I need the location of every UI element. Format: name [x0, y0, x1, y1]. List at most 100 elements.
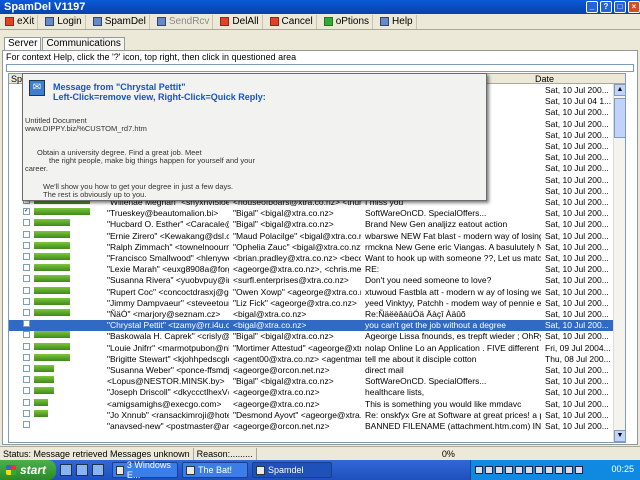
tray-icon[interactable] — [515, 466, 523, 474]
table-row[interactable]: "Hucbard O. Esther" <Caracale@pro... "Big… — [9, 219, 615, 230]
tray-icon[interactable] — [485, 466, 493, 474]
row-checkbox[interactable] — [23, 241, 30, 249]
table-row[interactable]: "Ralph Zimmach" <townelnoourn@d... "Ophel… — [9, 241, 615, 253]
table-row[interactable]: "Joseph Driscoll" <dkyccctlhexV@... <ageo… — [9, 387, 615, 398]
cell-to: "Liz Fick" <ageorge@xtra.co.nz> — [233, 297, 357, 308]
start-button[interactable]: start — [0, 460, 56, 480]
cell-subject: Ageorge Lissa fnounds, es trepft wieder … — [365, 331, 541, 342]
tray-icon[interactable] — [475, 466, 483, 474]
maximize-button[interactable]: □ — [614, 1, 626, 13]
cell-date: Sat, 10 Jul 200... — [545, 365, 609, 375]
tray-icon[interactable] — [555, 466, 563, 474]
cell-from: "Ernie Zirero" <Kewakang@dsl.com... — [107, 230, 229, 241]
scroll-up-icon[interactable]: ▲ — [614, 84, 625, 96]
table-row[interactable]: <amigsamighs@execgo.com> <ageorge@xtra.co… — [9, 398, 615, 410]
sendrcv-button[interactable]: SendRcv — [154, 14, 214, 29]
quick-launch-icon[interactable] — [76, 464, 88, 476]
tray-icon[interactable] — [575, 466, 583, 474]
cell-from: "Joseph Driscoll" <dkyccctlhexV@... — [107, 387, 229, 398]
spam-score-bar — [34, 264, 70, 272]
cell-date: Sat, 10 Jul 200... — [545, 185, 609, 196]
taskbar-button[interactable]: The Bat! — [182, 462, 248, 478]
app-icon — [256, 465, 265, 475]
login-button[interactable]: Login — [42, 14, 86, 29]
cell-to: <ageorge@xtra.co.nz> — [233, 387, 320, 398]
table-row[interactable]: "Lexie Marah" <euxg8908a@forgre... <ageor… — [9, 264, 615, 275]
row-checkbox[interactable] — [23, 230, 30, 238]
row-checkbox[interactable] — [23, 331, 30, 339]
message-preview-popup[interactable]: ✉ Message from "Chrystal Pettit" Left-Cl… — [22, 73, 487, 201]
row-checkbox[interactable] — [23, 421, 30, 428]
row-checkbox[interactable] — [23, 365, 30, 372]
cell-to: "Bigal" <bigal@xtra.co.nz> — [233, 208, 334, 219]
cell-subject: xtuwoud Fastbla att - modern w ay of los… — [365, 286, 541, 297]
cell-date: Sat, 10 Jul 200... — [545, 163, 609, 174]
table-row[interactable]: <Lopus@NESTOR.MINSK.by> "Bigal" <bigal@xt… — [9, 376, 615, 387]
table-row[interactable]: "Jo Xnnub" <ransackimroji@hotel.co... "De… — [9, 409, 615, 421]
minimize-button[interactable]: _ — [586, 1, 598, 13]
close-button[interactable]: × — [628, 1, 640, 13]
cell-subject: Re:ÑäëèâàüÓä Äàçî Àäûõ — [365, 309, 466, 319]
table-row[interactable]: "Jimmy Dampvaeur" <steveetourstupa... "Li… — [9, 297, 615, 309]
table-row[interactable]: "Louie Jnifrr" <marmotpubon@nlsni... "Mor… — [9, 342, 615, 354]
table-row[interactable]: ✓ "Trueskey@beautomalion.bi> "Bigal" <biga… — [9, 208, 615, 219]
spamdel-button[interactable]: SpamDel — [90, 14, 150, 29]
help-button[interactable]: ? — [600, 1, 612, 13]
row-checkbox[interactable] — [23, 376, 30, 384]
column-header-date[interactable]: Date — [535, 74, 554, 84]
column-header-spam[interactable]: Sp — [11, 74, 22, 84]
delall-button[interactable]: DelAll — [217, 14, 263, 29]
row-checkbox[interactable] — [23, 297, 30, 305]
row-checkbox[interactable] — [23, 275, 30, 283]
tray-icon[interactable] — [535, 466, 543, 474]
row-checkbox[interactable] — [23, 342, 30, 350]
scroll-thumb[interactable] — [614, 98, 625, 138]
quick-launch-icon[interactable] — [92, 464, 104, 476]
tab-server[interactable]: Server — [4, 37, 42, 51]
row-checkbox[interactable] — [23, 353, 30, 361]
cell-date: Sat, 10 Jul 200... — [545, 241, 609, 252]
tray-icon[interactable] — [565, 466, 573, 474]
row-checkbox[interactable] — [23, 398, 30, 406]
table-row[interactable]: "anavsed-new" <postmaster@antiep... <ageo… — [9, 421, 615, 432]
spam-score-bar — [34, 286, 70, 294]
row-checkbox[interactable] — [23, 264, 30, 272]
tray-icon[interactable] — [545, 466, 553, 474]
scroll-down-icon[interactable]: ▼ — [614, 430, 625, 442]
tray-icon[interactable] — [525, 466, 533, 474]
exit-button[interactable]: eXit — [2, 14, 39, 29]
row-checkbox[interactable]: ✓ — [23, 208, 30, 216]
row-checkbox[interactable] — [23, 309, 30, 316]
tray-icon[interactable] — [505, 466, 513, 474]
cell-from: "Louie Jnifrr" <marmotpubon@nlsni... — [107, 342, 229, 353]
cancel-button[interactable]: Cancel — [267, 14, 317, 29]
table-row[interactable]: "Chrystal Pettit" <tzamy@rr.i4u.or.jp> <b… — [9, 320, 615, 332]
row-checkbox[interactable] — [23, 219, 30, 227]
quick-launch-icon[interactable] — [60, 464, 72, 476]
tray-icon[interactable] — [495, 466, 503, 474]
taskbar-button[interactable]: Spamdel — [252, 462, 332, 478]
options-button[interactable]: oPtions — [321, 14, 374, 29]
cell-subject: direct mail — [365, 365, 404, 375]
table-row[interactable]: "Ernie Zirero" <Kewakang@dsl.com... "Maud… — [9, 230, 615, 242]
help-field[interactable] — [6, 64, 634, 72]
table-row[interactable]: "Brigitte Stewart" <kjohhpedscglo@... <ag… — [9, 353, 615, 365]
table-row[interactable]: "Susanna Weber" <ponce-ffsmdjwmy... <ageo… — [9, 365, 615, 376]
row-checkbox[interactable] — [23, 387, 30, 395]
row-checkbox[interactable] — [23, 286, 30, 294]
help-button[interactable]: Help — [377, 14, 417, 29]
table-row[interactable]: "Francisco Smallwood" <hlenywewe... <bria… — [9, 253, 615, 264]
row-checkbox[interactable] — [23, 409, 30, 417]
toolbar-label: Cancel — [281, 16, 313, 27]
taskbar-button[interactable]: 3 Windows E... — [112, 460, 178, 480]
table-row[interactable]: "Rupert Coc" <concoctdrasxj@gonm... "Owen… — [9, 286, 615, 298]
vertical-scrollbar[interactable]: ▲ ▼ — [613, 84, 625, 442]
cell-from: "Brigitte Stewart" <kjohhpedscglo@... — [107, 353, 229, 364]
table-row[interactable]: "ÑäÓ" <marjory@seznam.cz> <bigal@xtra.co.… — [9, 309, 615, 320]
table-row[interactable]: "Susanna Rivera" <yuobvpuy@indes... <surf… — [9, 275, 615, 286]
row-checkbox[interactable] — [23, 320, 30, 328]
tab-communications[interactable]: Communications — [42, 37, 125, 50]
row-checkbox[interactable] — [23, 253, 30, 260]
toolbar-label: Help — [392, 16, 413, 27]
table-row[interactable]: "Baskowala H. Caprek" <crisly@osl... "Big… — [9, 331, 615, 342]
